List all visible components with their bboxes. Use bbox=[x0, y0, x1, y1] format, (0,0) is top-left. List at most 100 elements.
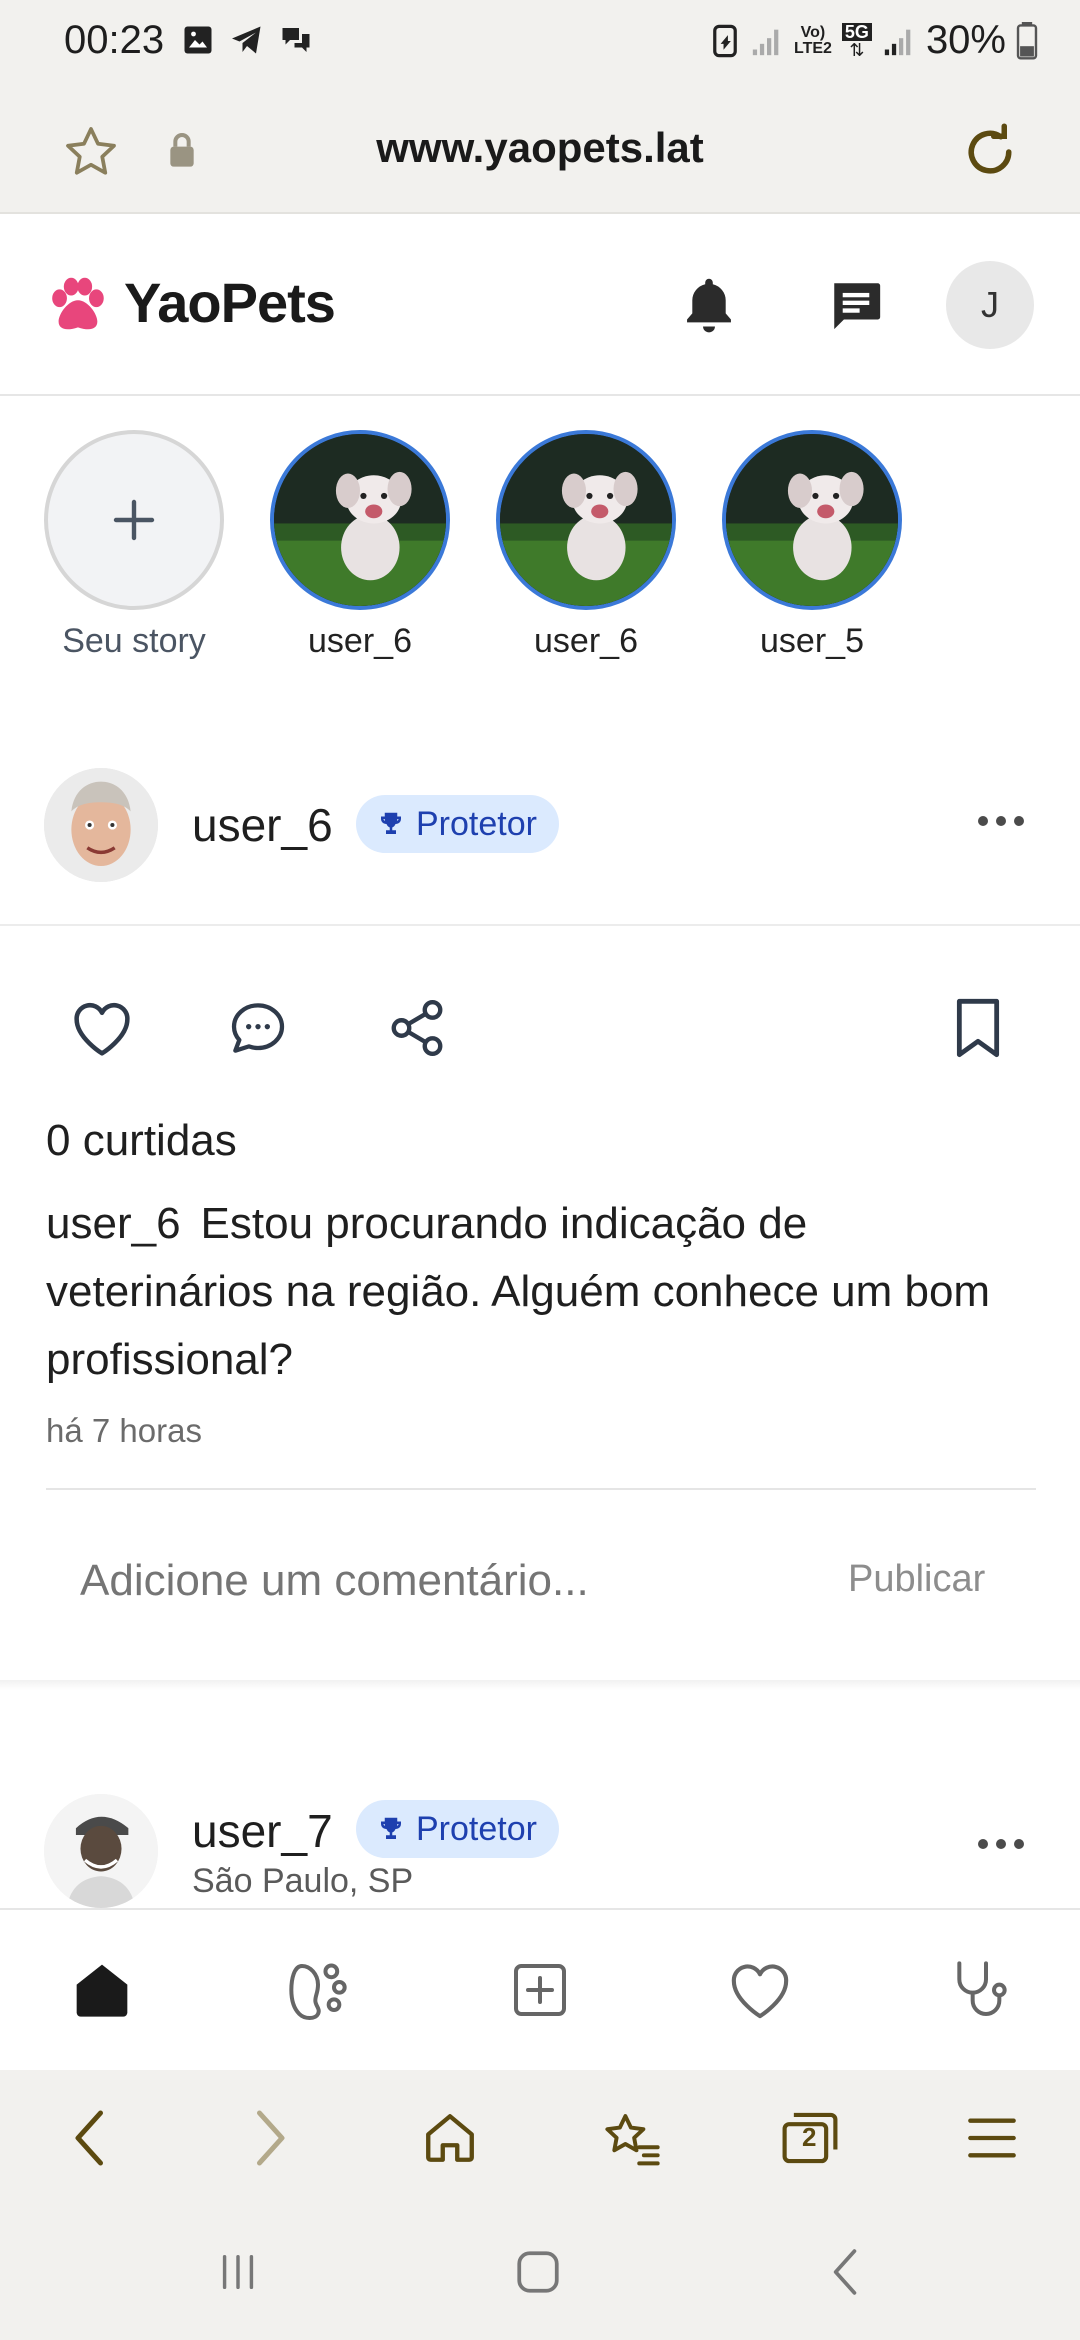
story-avatar[interactable] bbox=[496, 430, 676, 610]
face-photo bbox=[44, 768, 158, 882]
dog-photo bbox=[274, 434, 446, 606]
role-badge: Protetor bbox=[356, 795, 559, 853]
status-time: 00:23 bbox=[64, 18, 165, 62]
system-back-button[interactable] bbox=[816, 2244, 872, 2300]
system-back-icon bbox=[833, 2249, 857, 2295]
dog-photo bbox=[726, 434, 898, 606]
share-icon[interactable] bbox=[386, 996, 448, 1060]
browser-toolbar: 2 bbox=[0, 2070, 1080, 2202]
post-timestamp: há 7 horas bbox=[46, 1412, 202, 1449]
recent-apps-icon bbox=[222, 2254, 254, 2290]
post-options-button[interactable] bbox=[976, 1836, 1026, 1857]
nav-create-post[interactable] bbox=[500, 1950, 580, 2030]
post-caption: user_6 Estou procurando indicação de vete… bbox=[46, 1190, 1046, 1394]
comment-divider bbox=[46, 1488, 1036, 1490]
plus-icon bbox=[113, 499, 155, 541]
nav-home[interactable] bbox=[62, 1950, 142, 2030]
story-avatar[interactable] bbox=[270, 430, 450, 610]
browser-bookmarks-button[interactable] bbox=[600, 2108, 660, 2168]
post-divider bbox=[0, 924, 1080, 926]
browser-tabs-button[interactable]: 2 bbox=[780, 2108, 840, 2168]
brand-name[interactable]: YaoPets bbox=[124, 270, 336, 335]
badge-label: Protetor bbox=[416, 1809, 537, 1848]
messages-icon[interactable] bbox=[826, 276, 886, 334]
person-photo bbox=[44, 1794, 158, 1908]
publish-button[interactable]: Publicar bbox=[848, 1558, 985, 1601]
home-square-icon bbox=[517, 2251, 559, 2293]
story-label: user_6 bbox=[308, 622, 412, 660]
5g-indicator: 5G ⇅ bbox=[841, 22, 872, 59]
story-item[interactable]: user_6 bbox=[496, 430, 676, 661]
nav-favorites[interactable] bbox=[720, 1950, 800, 2030]
battery-saver-icon bbox=[713, 24, 737, 57]
nav-pets[interactable] bbox=[278, 1950, 358, 2030]
gallery-icon bbox=[184, 26, 212, 54]
status-indicators: Vo) LTE2 5G ⇅ 30% bbox=[710, 18, 1038, 63]
battery-percent: 30% bbox=[925, 18, 1006, 62]
back-arrow-icon bbox=[75, 2110, 103, 2166]
story-item[interactable]: user_5 bbox=[722, 430, 902, 661]
signal-weak-icon bbox=[752, 29, 779, 55]
battery-icon bbox=[1016, 21, 1038, 59]
telegram-icon bbox=[232, 26, 261, 54]
url-text[interactable]: www.yaopets.lat bbox=[0, 124, 1080, 172]
browser-url-bar: www.yaopets.lat bbox=[0, 84, 1080, 214]
story-avatar[interactable] bbox=[722, 430, 902, 610]
nav-vet[interactable] bbox=[938, 1950, 1018, 2030]
post-location: São Paulo, SP bbox=[192, 1862, 414, 1900]
stethoscope-icon bbox=[957, 1961, 1007, 2016]
post-author-name[interactable]: user_7 bbox=[192, 1804, 333, 1858]
recent-apps-button[interactable] bbox=[210, 2244, 266, 2300]
hamburger-menu-icon bbox=[968, 2118, 1016, 2158]
post-card-shadow bbox=[0, 1680, 1080, 1690]
bookmark-save-icon[interactable] bbox=[950, 996, 1006, 1060]
forward-arrow-icon bbox=[257, 2110, 285, 2166]
post-author-avatar[interactable] bbox=[44, 1794, 158, 1908]
caption-text: Estou procurando indicação de veterinári… bbox=[46, 1199, 991, 1384]
browser-home-button[interactable] bbox=[420, 2108, 480, 2168]
story-label: Seu story bbox=[62, 622, 206, 660]
add-post-icon bbox=[514, 1964, 566, 2016]
trophy-icon bbox=[381, 812, 401, 834]
home-icon bbox=[76, 1964, 128, 2017]
likes-count: 0 curtidas bbox=[46, 1116, 237, 1165]
bookmarks-star-icon bbox=[605, 2114, 660, 2166]
status-bar: 00:23 Vo) LTE2 5G ⇅ 30% bbox=[0, 0, 1080, 84]
chat-bubbles-icon bbox=[282, 28, 310, 52]
caption-username[interactable]: user_6 bbox=[46, 1199, 181, 1248]
notifications-bell-icon[interactable] bbox=[680, 274, 738, 336]
app-bottom-nav bbox=[0, 1908, 1080, 2070]
trophy-icon bbox=[381, 1817, 401, 1839]
notification-icons bbox=[180, 22, 314, 58]
profile-avatar[interactable]: J bbox=[946, 261, 1034, 349]
post-options-button[interactable] bbox=[976, 794, 1026, 839]
comment-bubble-icon[interactable] bbox=[226, 996, 290, 1060]
badge-label: Protetor bbox=[416, 804, 537, 843]
post-author-name[interactable]: user_6 bbox=[192, 798, 333, 852]
add-story-circle[interactable] bbox=[44, 430, 224, 610]
dog-photo bbox=[500, 434, 672, 606]
comment-input[interactable] bbox=[80, 1556, 780, 1606]
paw-icon bbox=[289, 1963, 347, 2020]
reload-icon[interactable] bbox=[960, 122, 1020, 182]
post-author-avatar[interactable] bbox=[44, 768, 158, 882]
paw-logo-icon bbox=[52, 277, 104, 330]
signal-icon bbox=[884, 29, 911, 55]
system-nav-bar bbox=[0, 2202, 1080, 2340]
browser-forward-button[interactable] bbox=[242, 2108, 302, 2168]
story-label: user_6 bbox=[534, 622, 638, 660]
like-heart-icon[interactable] bbox=[70, 998, 134, 1058]
story-add[interactable]: Seu story bbox=[44, 430, 224, 661]
more-dots-icon bbox=[978, 1839, 1024, 1849]
home-button[interactable] bbox=[510, 2244, 566, 2300]
volte-indicator: Vo) LTE2 bbox=[793, 23, 832, 57]
app-header: YaoPets J bbox=[0, 214, 1080, 396]
browser-back-button[interactable] bbox=[58, 2108, 118, 2168]
story-item[interactable]: user_6 bbox=[270, 430, 450, 661]
heart-icon bbox=[731, 1964, 789, 2019]
more-dots-icon bbox=[978, 816, 1024, 826]
avatar-initial: J bbox=[981, 284, 999, 325]
story-label: user_5 bbox=[760, 622, 864, 660]
browser-menu-button[interactable] bbox=[962, 2108, 1022, 2168]
tab-count: 2 bbox=[802, 2122, 817, 2152]
